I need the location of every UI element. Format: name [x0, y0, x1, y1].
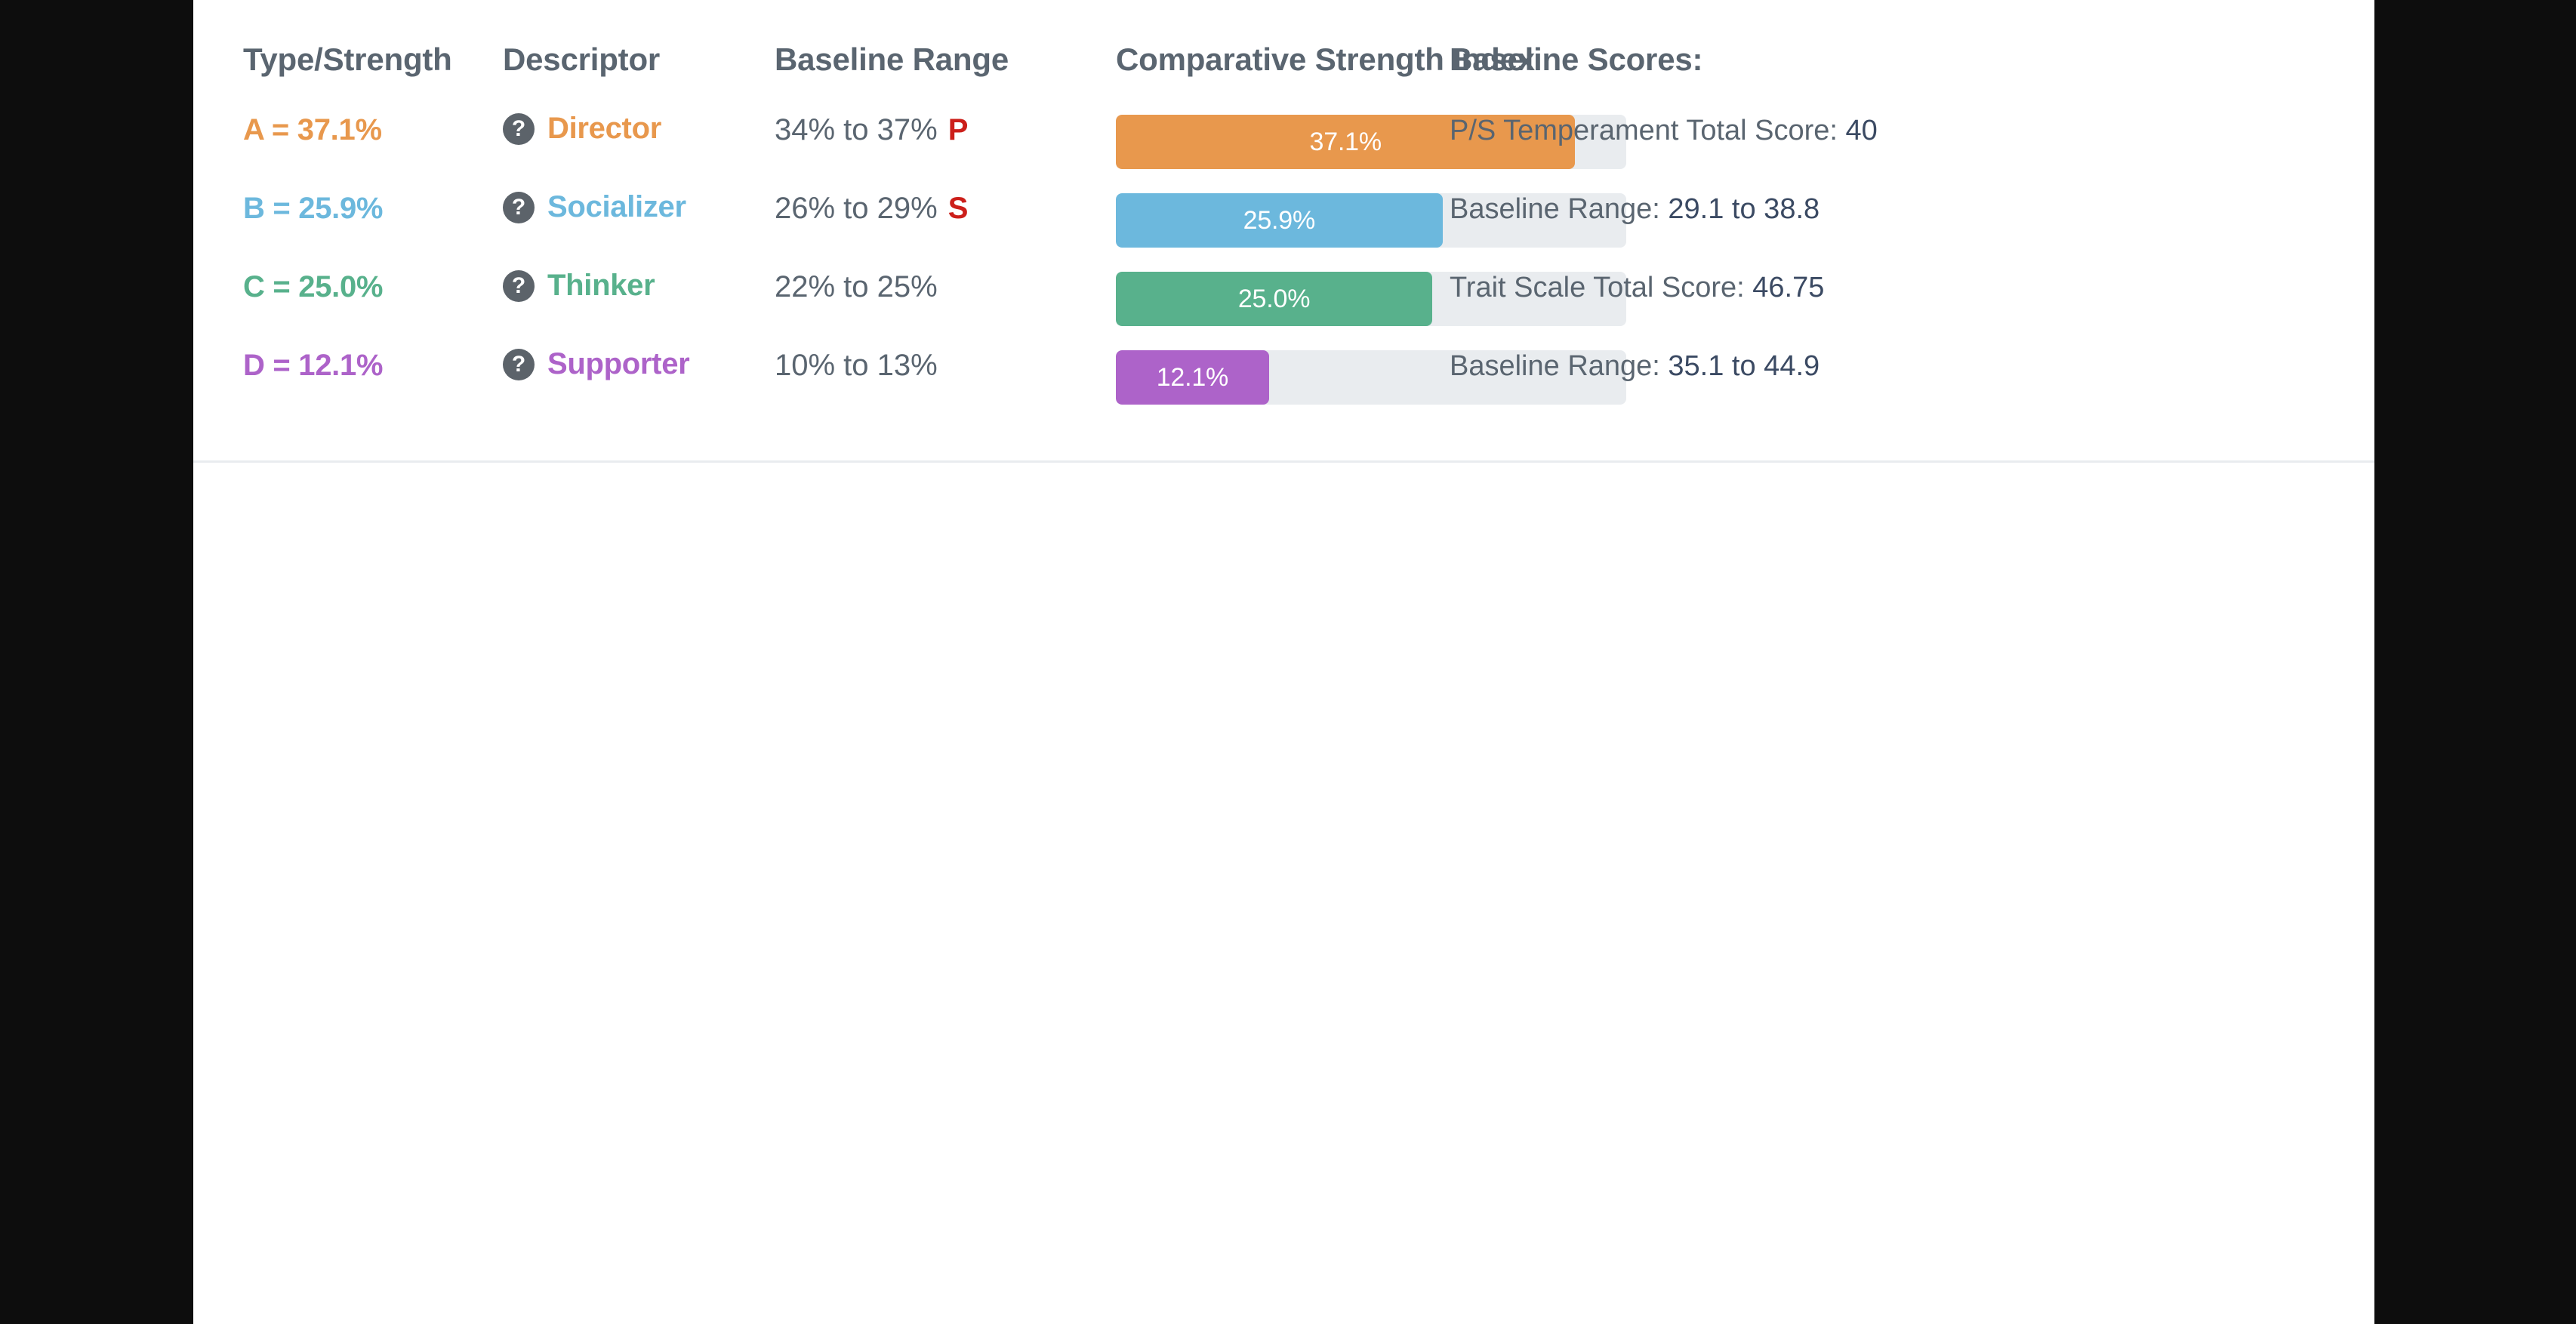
header-type-strength: Type/Strength: [243, 42, 452, 77]
baseline-score-value: 35.1 to 44.9: [1659, 350, 1820, 382]
strength-bar-fill: 25.0%: [1116, 272, 1433, 326]
question-mark-icon[interactable]: ?: [503, 112, 535, 145]
baseline-range-value: 22% to 25%: [775, 270, 938, 303]
question-mark-icon[interactable]: ?: [503, 191, 535, 223]
baseline-score-line: P/S Temperament Total Score: 40: [1450, 115, 1878, 146]
descriptor-label: Socializer: [547, 190, 686, 223]
baseline-range-value: 34% to 37% P: [775, 113, 969, 146]
summary-row: D = 12.1%? Supporter 10% to 13% 12.1%: [193, 341, 2374, 420]
type-strength-value: D = 12.1%: [243, 349, 384, 382]
strength-bar-fill: 25.9%: [1116, 193, 1443, 248]
header-baseline-scores: Baseline Scores:: [1450, 42, 1703, 77]
baseline-score-value: 40: [1837, 115, 1878, 146]
descriptor-cell: ? Socializer: [503, 190, 686, 224]
baseline-score-line: Trait Scale Total Score: 46.75: [1450, 272, 1825, 303]
summary-row: A = 37.1%? Director 34% to 37% P 37.1%: [193, 106, 2374, 184]
type-strength-value: A = 37.1%: [243, 113, 382, 146]
baseline-range-value: 26% to 29% S: [775, 192, 969, 225]
baseline-score-line: Baseline Range: 35.1 to 44.9: [1450, 350, 1820, 382]
header-descriptor: Descriptor: [503, 42, 661, 77]
baseline-score-value: 29.1 to 38.8: [1659, 193, 1820, 225]
descriptor-label: Supporter: [547, 347, 690, 380]
baseline-score-line: Baseline Range: 29.1 to 38.8: [1450, 193, 1820, 225]
descriptor-cell: ? Thinker: [503, 269, 655, 303]
baseline-range-value: 10% to 13%: [775, 349, 938, 382]
strength-bar-fill: 12.1%: [1116, 350, 1269, 405]
baseline-score-value: 46.75: [1744, 272, 1825, 303]
question-mark-icon[interactable]: ?: [503, 348, 535, 380]
type-strength-value: C = 25.0%: [243, 270, 384, 303]
screenshot-stage: Type/Strength Descriptor Baseline Range …: [0, 0, 2576, 1324]
report-page: Type/Strength Descriptor Baseline Range …: [193, 0, 2374, 1324]
descriptor-cell: ? Supporter: [503, 347, 690, 381]
range-flag-letter: P: [948, 113, 969, 146]
header-baseline-range: Baseline Range: [775, 42, 1009, 77]
descriptor-cell: ? Director: [503, 112, 661, 146]
summary-row: B = 25.9%? Socializer 26% to 29% S 25.9%: [193, 184, 2374, 263]
type-strength-value: B = 25.9%: [243, 192, 384, 225]
question-mark-icon[interactable]: ?: [503, 269, 535, 302]
descriptor-label: Director: [547, 112, 661, 145]
range-flag-letter: S: [948, 192, 969, 225]
descriptor-label: Thinker: [547, 269, 655, 302]
summary-row: C = 25.0%? Thinker 22% to 25% 25.0%: [193, 263, 2374, 341]
strength-summary-panel: Type/Strength Descriptor Baseline Range …: [193, 0, 2374, 463]
